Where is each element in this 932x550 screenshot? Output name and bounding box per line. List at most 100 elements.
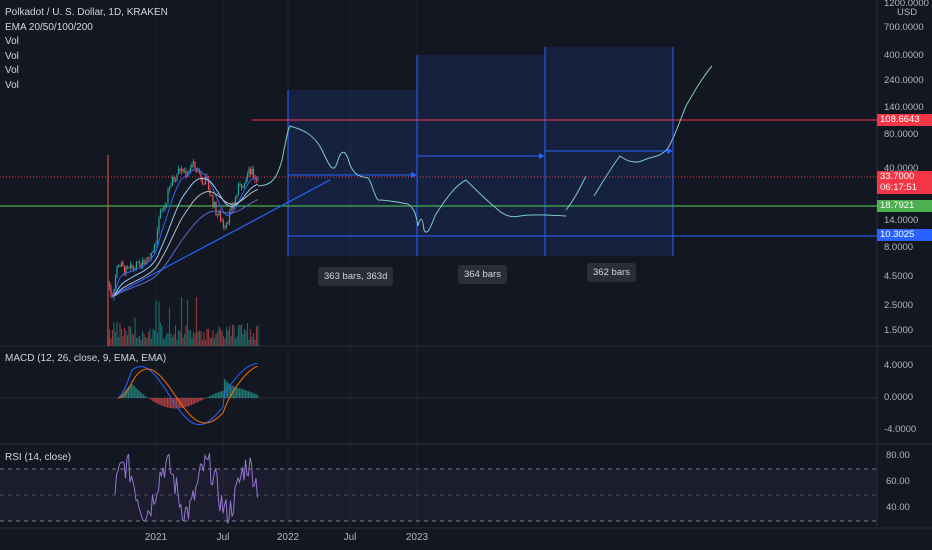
candle-body [224,226,226,228]
candle-body [149,256,151,258]
time-tick-label: 2023 [405,532,429,543]
volume-bar [222,336,225,346]
candle-body [219,211,222,222]
rsi-tick-label: 80.00 [886,450,910,461]
macd-histogram-bar [231,385,233,398]
macd-histogram-bar [225,380,227,398]
macd-histogram-bar [166,398,169,408]
macd-histogram-bar [198,398,200,402]
indicator-vol-1[interactable]: Vol [5,35,168,50]
rsi-title[interactable]: RSI (14, close) [5,452,71,463]
volume-bar [134,317,136,346]
volume-bar [240,324,243,346]
volume-bar [182,337,184,346]
macd-histogram-bar [189,398,191,406]
volume-bar [230,335,232,346]
macd-histogram-bar [133,386,136,398]
candle-body [155,244,157,246]
candle-body [165,203,168,207]
candle-body [120,262,123,267]
macd-histogram-bar [156,398,158,404]
indicator-vol-3[interactable]: Vol [5,64,168,79]
rsi-tick-label: 60.00 [886,476,910,487]
candle-body [216,214,219,216]
candle-body [129,264,132,268]
volume-bar [137,337,139,346]
candle-body [131,264,133,269]
macd-histogram-bar [216,392,218,398]
volume-bar [216,331,219,346]
volume-bar [128,326,130,346]
macd-histogram-bar [246,390,248,398]
time-tick-label: 2022 [276,532,300,543]
candle-body [170,185,172,188]
symbol-title[interactable]: Polkadot / U. S. Dollar, 1D, KRAKEN [5,6,168,21]
volume-bar [152,329,154,346]
volume-bar [231,324,234,346]
volume-bar [110,338,112,346]
candle-body [114,277,117,290]
macd-histogram-bar [214,393,217,398]
volume-bar [243,329,246,346]
candle-body [122,262,124,266]
volume-bar [245,331,247,346]
macd-histogram-bar [165,398,167,408]
range-box-1[interactable] [288,90,417,256]
macd-tick-label: -4.0000 [884,424,917,435]
candle-body [191,163,193,168]
macd-histogram-bar [151,398,154,401]
volume-bar [201,339,204,346]
volume-bar [150,338,153,346]
macd-histogram-bar [208,396,211,398]
volume-bar [143,333,145,346]
macd-title[interactable]: MACD (12, 26, close, 9, EMA, EMA) [5,353,166,364]
macd-histogram-bar [204,398,206,399]
candle-body [146,257,148,263]
volume-bar [254,339,256,346]
candle-body [147,257,150,258]
candle-body [246,173,249,180]
macd-histogram-bar [187,398,190,407]
volume-bar [144,337,147,346]
volume-bar [165,334,168,346]
price-tick-label: 1.5000 [884,324,914,336]
volume-bar [153,330,156,346]
macd-histogram-bar [153,398,155,402]
candle-body [245,179,247,184]
volume-bar [116,322,118,346]
macd-tick-label: 4.0000 [884,360,914,371]
candle-body [116,266,118,278]
candle-body [168,187,171,190]
price-tick-label: 8.0000 [884,242,914,254]
indicator-vol-4[interactable]: Vol [5,79,168,94]
candle-body [183,171,186,173]
volume-bar [236,335,238,346]
volume-bar [108,329,111,346]
volume-bar [218,326,220,346]
macd-histogram-bar [207,396,209,398]
macd-histogram-bar [160,398,163,406]
indicator-ema[interactable]: EMA 20/50/100/200 [5,21,168,36]
candle-body [153,245,156,252]
time-tick-label: Jul [343,532,357,543]
candle-body [189,167,192,171]
volume-bar [188,329,190,346]
candle-body [236,194,238,198]
indicator-vol-2[interactable]: Vol [5,50,168,65]
volume-bar [239,324,241,346]
price-axis-unit: USD [897,7,918,18]
candle-body [237,184,240,195]
volume-bar [120,329,123,346]
candle-body [194,161,196,168]
macd-histogram-bar [213,394,215,398]
range-label-3: 362 bars [587,263,636,282]
price-tick-label: 700.0000 [884,22,924,34]
volume-bar [141,331,144,346]
candle-body [257,179,259,181]
candle-body [248,168,250,174]
volume-bar [125,331,127,346]
candle-body [171,177,174,186]
macd-histogram-bar [252,392,254,398]
price-tick-label: 2.5000 [884,299,914,311]
price-tick-label: 14.0000 [884,214,919,226]
